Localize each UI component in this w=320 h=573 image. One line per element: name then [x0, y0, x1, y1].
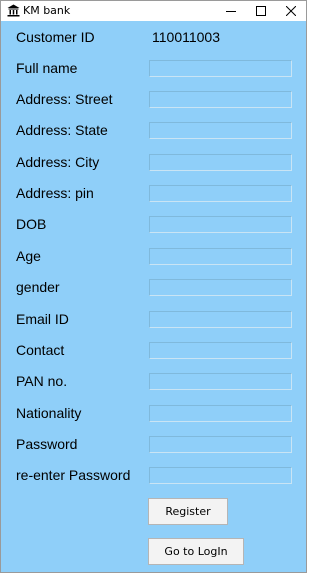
- address-pin-label: Address: pin: [16, 185, 94, 201]
- address-city-label: Address: City: [16, 154, 100, 170]
- nationality-label: Nationality: [16, 405, 82, 421]
- full-name-field[interactable]: [149, 60, 292, 77]
- customer-id-label: Customer ID: [16, 29, 95, 45]
- registration-form: Customer ID 110011003 Full name Address:…: [1, 21, 306, 572]
- maximize-icon: [256, 6, 266, 16]
- email-id-field[interactable]: [149, 311, 292, 328]
- minimize-icon: [226, 11, 236, 12]
- title-bar: KM bank: [1, 1, 306, 21]
- nationality-field[interactable]: [149, 405, 292, 422]
- gender-field[interactable]: [149, 279, 292, 296]
- full-name-label: Full name: [16, 60, 78, 76]
- bank-icon: [7, 4, 20, 17]
- age-field[interactable]: [149, 248, 292, 265]
- minimize-button[interactable]: [216, 1, 246, 21]
- go-to-login-button[interactable]: Go to LogIn: [148, 538, 244, 565]
- address-street-label: Address: Street: [16, 91, 113, 107]
- dob-label: DOB: [16, 216, 47, 232]
- address-state-label: Address: State: [16, 122, 108, 138]
- address-street-field[interactable]: [149, 91, 292, 108]
- customer-id-value: 110011003: [152, 29, 220, 45]
- age-label: Age: [16, 248, 41, 264]
- gender-label: gender: [16, 279, 60, 295]
- reenter-password-label: re-enter Password: [16, 467, 131, 483]
- password-label: Password: [16, 436, 78, 452]
- dob-field[interactable]: [149, 216, 292, 233]
- pan-no-label: PAN no.: [16, 373, 68, 389]
- maximize-button[interactable]: [246, 1, 276, 21]
- password-field[interactable]: [149, 436, 292, 453]
- address-city-field[interactable]: [149, 154, 292, 171]
- reenter-password-field[interactable]: [149, 467, 292, 484]
- address-state-field[interactable]: [149, 122, 292, 139]
- address-pin-field[interactable]: [149, 185, 292, 202]
- window-title: KM bank: [23, 4, 71, 17]
- contact-label: Contact: [16, 342, 65, 358]
- contact-field[interactable]: [149, 342, 292, 359]
- email-id-label: Email ID: [16, 311, 69, 327]
- close-button[interactable]: [276, 1, 306, 21]
- register-button[interactable]: Register: [148, 498, 228, 525]
- app-window: KM bank Customer ID 110011003 Full name …: [0, 0, 307, 573]
- pan-no-field[interactable]: [149, 373, 292, 390]
- close-icon: [286, 6, 296, 16]
